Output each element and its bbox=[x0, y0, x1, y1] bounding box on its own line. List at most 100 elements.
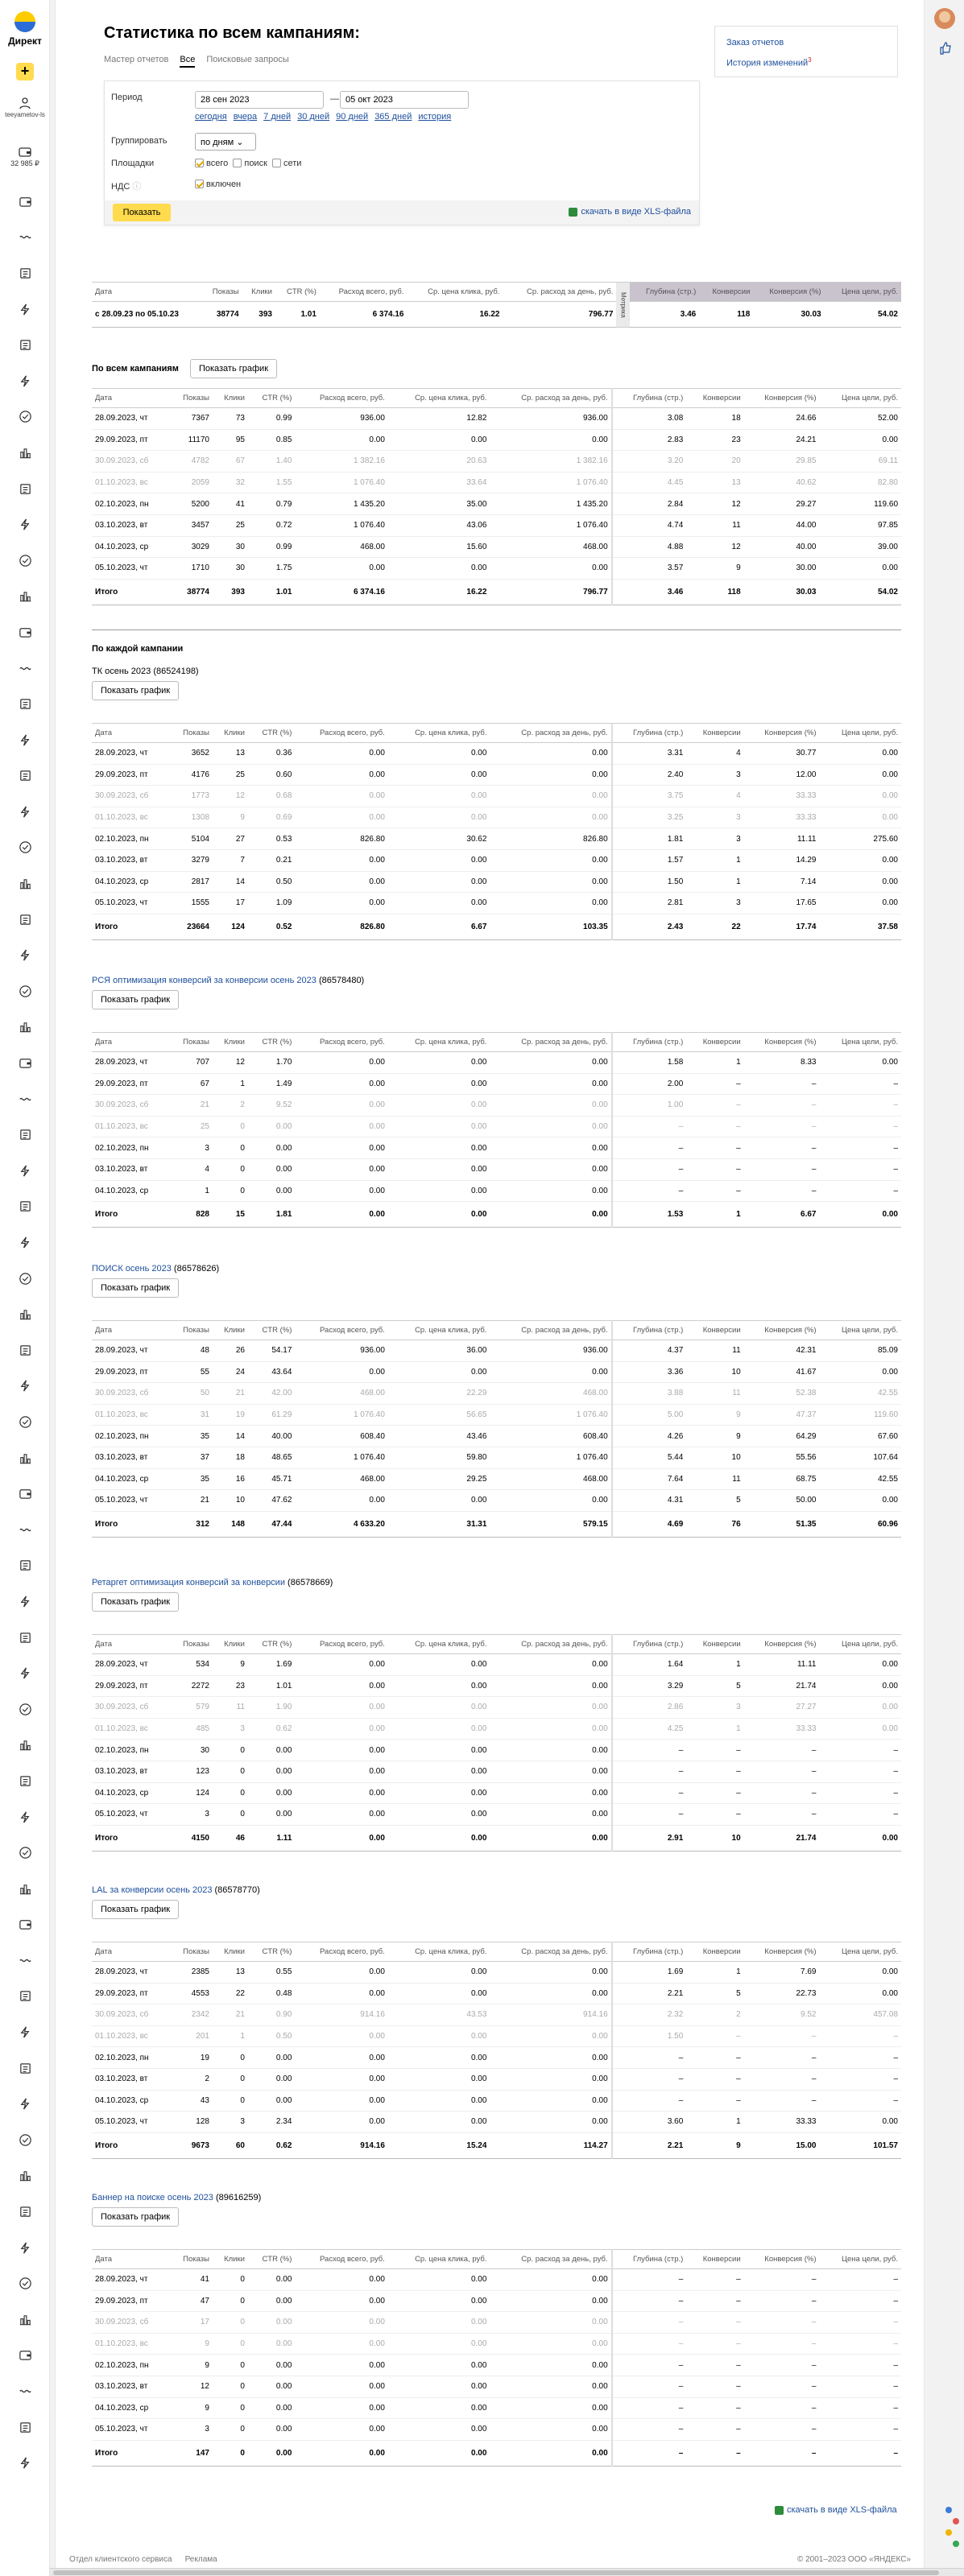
sidebar-item-wallet[interactable] bbox=[0, 184, 50, 220]
show-button[interactable]: Показать bbox=[113, 204, 171, 221]
column-header[interactable]: CTR (%) bbox=[247, 723, 296, 743]
thumb-up-icon[interactable] bbox=[939, 42, 952, 55]
column-header[interactable]: Цена цели, руб. bbox=[819, 388, 901, 408]
direct-logo[interactable]: Директ bbox=[6, 11, 43, 56]
column-header[interactable]: Ср. цена клика, руб. bbox=[387, 1634, 490, 1654]
column-header[interactable]: CTR (%) bbox=[247, 1320, 296, 1340]
sidebar-item-doc[interactable] bbox=[0, 2194, 50, 2230]
sidebar-item-chart[interactable] bbox=[0, 1296, 50, 1332]
column-header[interactable]: Конверсия (%) bbox=[743, 723, 820, 743]
date-to-input[interactable]: 05 окт 2023 bbox=[340, 91, 469, 109]
sidebar-item-doc[interactable] bbox=[0, 2409, 50, 2446]
campaign-name-link[interactable]: LAL за конверсии осень 2023 bbox=[92, 1885, 212, 1895]
column-header[interactable]: Глубина (стр.) bbox=[610, 1942, 687, 1962]
sidebar-item-chart[interactable] bbox=[0, 2301, 50, 2338]
column-header[interactable]: Ср. расход за день, руб. bbox=[490, 723, 612, 743]
column-header[interactable]: Конверсии bbox=[686, 1634, 744, 1654]
balance-block[interactable]: 32 985 ₽ bbox=[2, 147, 48, 168]
show-chart-button[interactable]: Показать график bbox=[92, 1900, 180, 1919]
column-header[interactable]: Дата bbox=[92, 1942, 170, 1962]
feedback-icon[interactable] bbox=[944, 2504, 962, 2552]
sidebar-item-check[interactable] bbox=[0, 830, 50, 866]
campaign-name-link[interactable]: Ретаргет оптимизация конверсий за конвер… bbox=[92, 1578, 285, 1587]
column-header[interactable]: Конверсия (%) bbox=[743, 1032, 820, 1052]
sidebar-item-doc[interactable] bbox=[0, 1117, 50, 1153]
sidebar-item-doc[interactable] bbox=[0, 255, 50, 291]
column-header[interactable]: Цена цели, руб. bbox=[819, 1320, 901, 1340]
sidebar-item-bolt[interactable] bbox=[0, 363, 50, 399]
sidebar-item-doc[interactable] bbox=[0, 2050, 50, 2087]
sidebar-item-check[interactable] bbox=[0, 1404, 50, 1440]
sidebar-item-wallet[interactable] bbox=[0, 614, 50, 650]
show-chart-button[interactable]: Показать график bbox=[92, 681, 180, 700]
sidebar-item-check[interactable] bbox=[0, 1261, 50, 1297]
sidebar-item-chart[interactable] bbox=[0, 1871, 50, 1907]
sidebar-item-chart[interactable] bbox=[0, 2158, 50, 2194]
column-header[interactable]: Показы bbox=[169, 388, 213, 408]
column-header[interactable]: Ср. расход за день, руб. bbox=[490, 1320, 612, 1340]
column-header[interactable]: Конверсии bbox=[686, 1032, 744, 1052]
column-header[interactable]: Конверсии bbox=[686, 723, 744, 743]
column-header[interactable]: Ср. цена клика, руб. bbox=[387, 1320, 490, 1340]
support-link[interactable]: Отдел клиентского сервиса bbox=[69, 2555, 172, 2564]
tab-search-queries[interactable]: Поисковые запросы bbox=[206, 55, 288, 68]
sidebar-item-bolt[interactable] bbox=[0, 291, 50, 328]
column-header[interactable]: CTR (%) bbox=[247, 388, 296, 408]
quick-period-link[interactable]: 7 дней bbox=[263, 112, 291, 122]
sidebar-item-bolt[interactable] bbox=[0, 1799, 50, 1835]
column-header[interactable]: Показы bbox=[169, 1634, 213, 1654]
column-header[interactable]: Цена цели, руб. bbox=[819, 1032, 901, 1052]
column-header[interactable]: Ср. расход за день, руб. bbox=[490, 388, 612, 408]
sidebar-item-wave[interactable] bbox=[0, 1942, 50, 1979]
column-header[interactable]: Расход всего, руб. bbox=[295, 388, 388, 408]
column-header[interactable]: Конверсии bbox=[686, 388, 744, 408]
sidebar-item-chart[interactable] bbox=[0, 579, 50, 615]
sidebar-item-check[interactable] bbox=[0, 2265, 50, 2301]
sidebar-item-wave[interactable] bbox=[0, 220, 50, 256]
sidebar-item-doc[interactable] bbox=[0, 758, 50, 795]
group-select[interactable]: по дням ⌄ bbox=[195, 133, 256, 151]
column-header[interactable]: Расход всего, руб. bbox=[295, 1032, 388, 1052]
column-header[interactable]: Цена цели, руб. bbox=[819, 723, 901, 743]
change-history-link[interactable]: История изменений bbox=[726, 59, 808, 68]
column-header[interactable]: Показы bbox=[169, 723, 213, 743]
sidebar-item-bolt[interactable] bbox=[0, 506, 50, 543]
sidebar-item-bolt[interactable] bbox=[0, 1655, 50, 1691]
sidebar-item-wallet[interactable] bbox=[0, 1045, 50, 1081]
column-header[interactable]: Конверсия (%) bbox=[743, 1634, 820, 1654]
column-header[interactable]: Расход всего, руб. bbox=[295, 1942, 388, 1962]
campaign-name-link[interactable]: РСЯ оптимизация конверсий за конверсии о… bbox=[92, 976, 317, 985]
column-header[interactable]: Глубина (стр.) bbox=[610, 2249, 687, 2269]
column-header[interactable]: Конверсия (%) bbox=[743, 1942, 820, 1962]
sidebar-item-bolt[interactable] bbox=[0, 937, 50, 973]
sidebar-item-doc[interactable] bbox=[0, 902, 50, 938]
column-header[interactable]: Ср. цена клика, руб. bbox=[387, 1942, 490, 1962]
column-header[interactable]: CTR (%) bbox=[247, 1032, 296, 1052]
sidebar-item-bolt[interactable] bbox=[0, 2445, 50, 2481]
column-header[interactable]: Конверсии bbox=[686, 1942, 744, 1962]
download-xls-link[interactable]: скачать в виде XLS-файла bbox=[569, 207, 691, 217]
sidebar-item-doc[interactable] bbox=[0, 1189, 50, 1225]
column-header[interactable]: Показы bbox=[169, 2249, 213, 2269]
campaign-name-link[interactable]: ПОИСК осень 2023 bbox=[92, 1264, 172, 1274]
sidebar-item-doc[interactable] bbox=[0, 1548, 50, 1584]
column-header[interactable]: Цена цели, руб. bbox=[819, 2249, 901, 2269]
column-header[interactable]: Ср. расход за день, руб. bbox=[490, 2249, 612, 2269]
sidebar-item-wave[interactable] bbox=[0, 1512, 50, 1548]
sidebar-item-chart[interactable] bbox=[0, 1440, 50, 1476]
column-header[interactable]: CTR (%) bbox=[247, 1634, 296, 1654]
column-header[interactable]: Ср. расход за день, руб. bbox=[490, 1032, 612, 1052]
column-header[interactable]: Конверсии bbox=[686, 1320, 744, 1340]
sidebar-item-doc[interactable] bbox=[0, 1620, 50, 1656]
column-header[interactable]: Глубина (стр.) bbox=[610, 1634, 687, 1654]
avatar[interactable] bbox=[934, 8, 955, 29]
column-header[interactable]: Показы bbox=[169, 1320, 213, 1340]
quick-period-link[interactable]: 90 дней bbox=[336, 112, 368, 122]
column-header[interactable]: Клики bbox=[212, 1032, 248, 1052]
sidebar-item-check[interactable] bbox=[0, 399, 50, 436]
column-header[interactable]: Ср. цена клика, руб. bbox=[387, 1032, 490, 1052]
create-button[interactable]: + bbox=[16, 63, 34, 80]
show-chart-button[interactable]: Показать график bbox=[92, 990, 180, 1009]
quick-period-link[interactable]: вчера bbox=[234, 112, 257, 122]
column-header[interactable]: Дата bbox=[92, 1320, 170, 1340]
